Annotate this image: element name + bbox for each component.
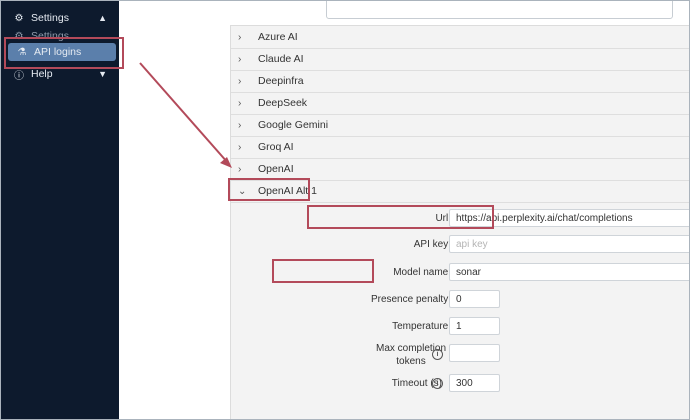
annotation-arrow <box>139 62 232 168</box>
app-window: ⚙ Settings ▲ ⚙ Settings ⚗ API logins ⓘ H… <box>0 0 690 420</box>
